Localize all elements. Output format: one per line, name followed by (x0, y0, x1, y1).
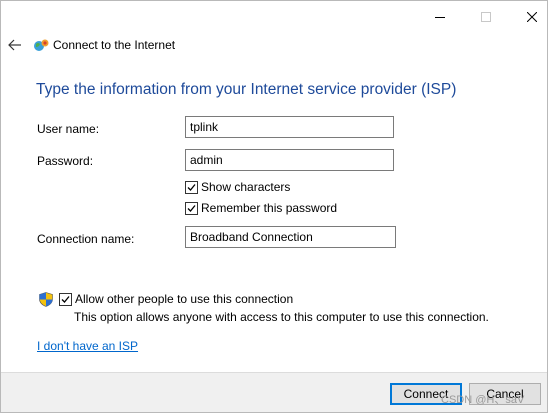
remember-password-checkbox[interactable] (185, 201, 198, 215)
checkmark-icon (187, 204, 196, 212)
network-globe-icon (34, 39, 49, 51)
minimize-icon (435, 17, 445, 18)
maximize-button (463, 1, 509, 33)
show-characters-checkbox-row[interactable]: Show characters (185, 180, 290, 194)
password-input[interactable]: admin (185, 149, 394, 171)
page-heading: Type the information from your Internet … (36, 81, 457, 98)
maximize-icon (481, 12, 491, 22)
allow-others-checkbox-row[interactable]: Allow other people to use this connectio… (59, 292, 293, 306)
connection-name-label: Connection name: (37, 232, 135, 246)
allow-others-checkbox[interactable] (59, 292, 72, 306)
username-input[interactable]: tplink (185, 116, 394, 138)
window-title: Connect to the Internet (53, 38, 176, 52)
connect-to-internet-window: Connect to the Internet Type the informa… (0, 0, 548, 413)
minimize-button[interactable] (417, 1, 463, 33)
password-label: Password: (37, 154, 94, 168)
allow-others-description: This option allows anyone with access to… (74, 310, 489, 324)
close-button[interactable] (509, 1, 547, 33)
checkmark-icon (187, 183, 196, 191)
no-isp-link[interactable]: I don't have an ISP (37, 339, 138, 353)
uac-shield-icon (39, 292, 53, 307)
close-icon (527, 12, 537, 22)
watermark: CSDN @H、saV (441, 394, 525, 406)
back-button[interactable] (5, 35, 25, 55)
remember-password-checkbox-row[interactable]: Remember this password (185, 201, 337, 215)
back-arrow-icon (8, 39, 21, 51)
allow-others-label: Allow other people to use this connectio… (75, 292, 294, 306)
username-label: User name: (37, 122, 100, 136)
show-characters-label: Show characters (201, 180, 291, 194)
checkmark-icon (61, 295, 70, 303)
show-characters-checkbox[interactable] (185, 180, 198, 194)
remember-password-label: Remember this password (201, 201, 338, 215)
connection-name-input[interactable]: Broadband Connection (185, 226, 396, 248)
